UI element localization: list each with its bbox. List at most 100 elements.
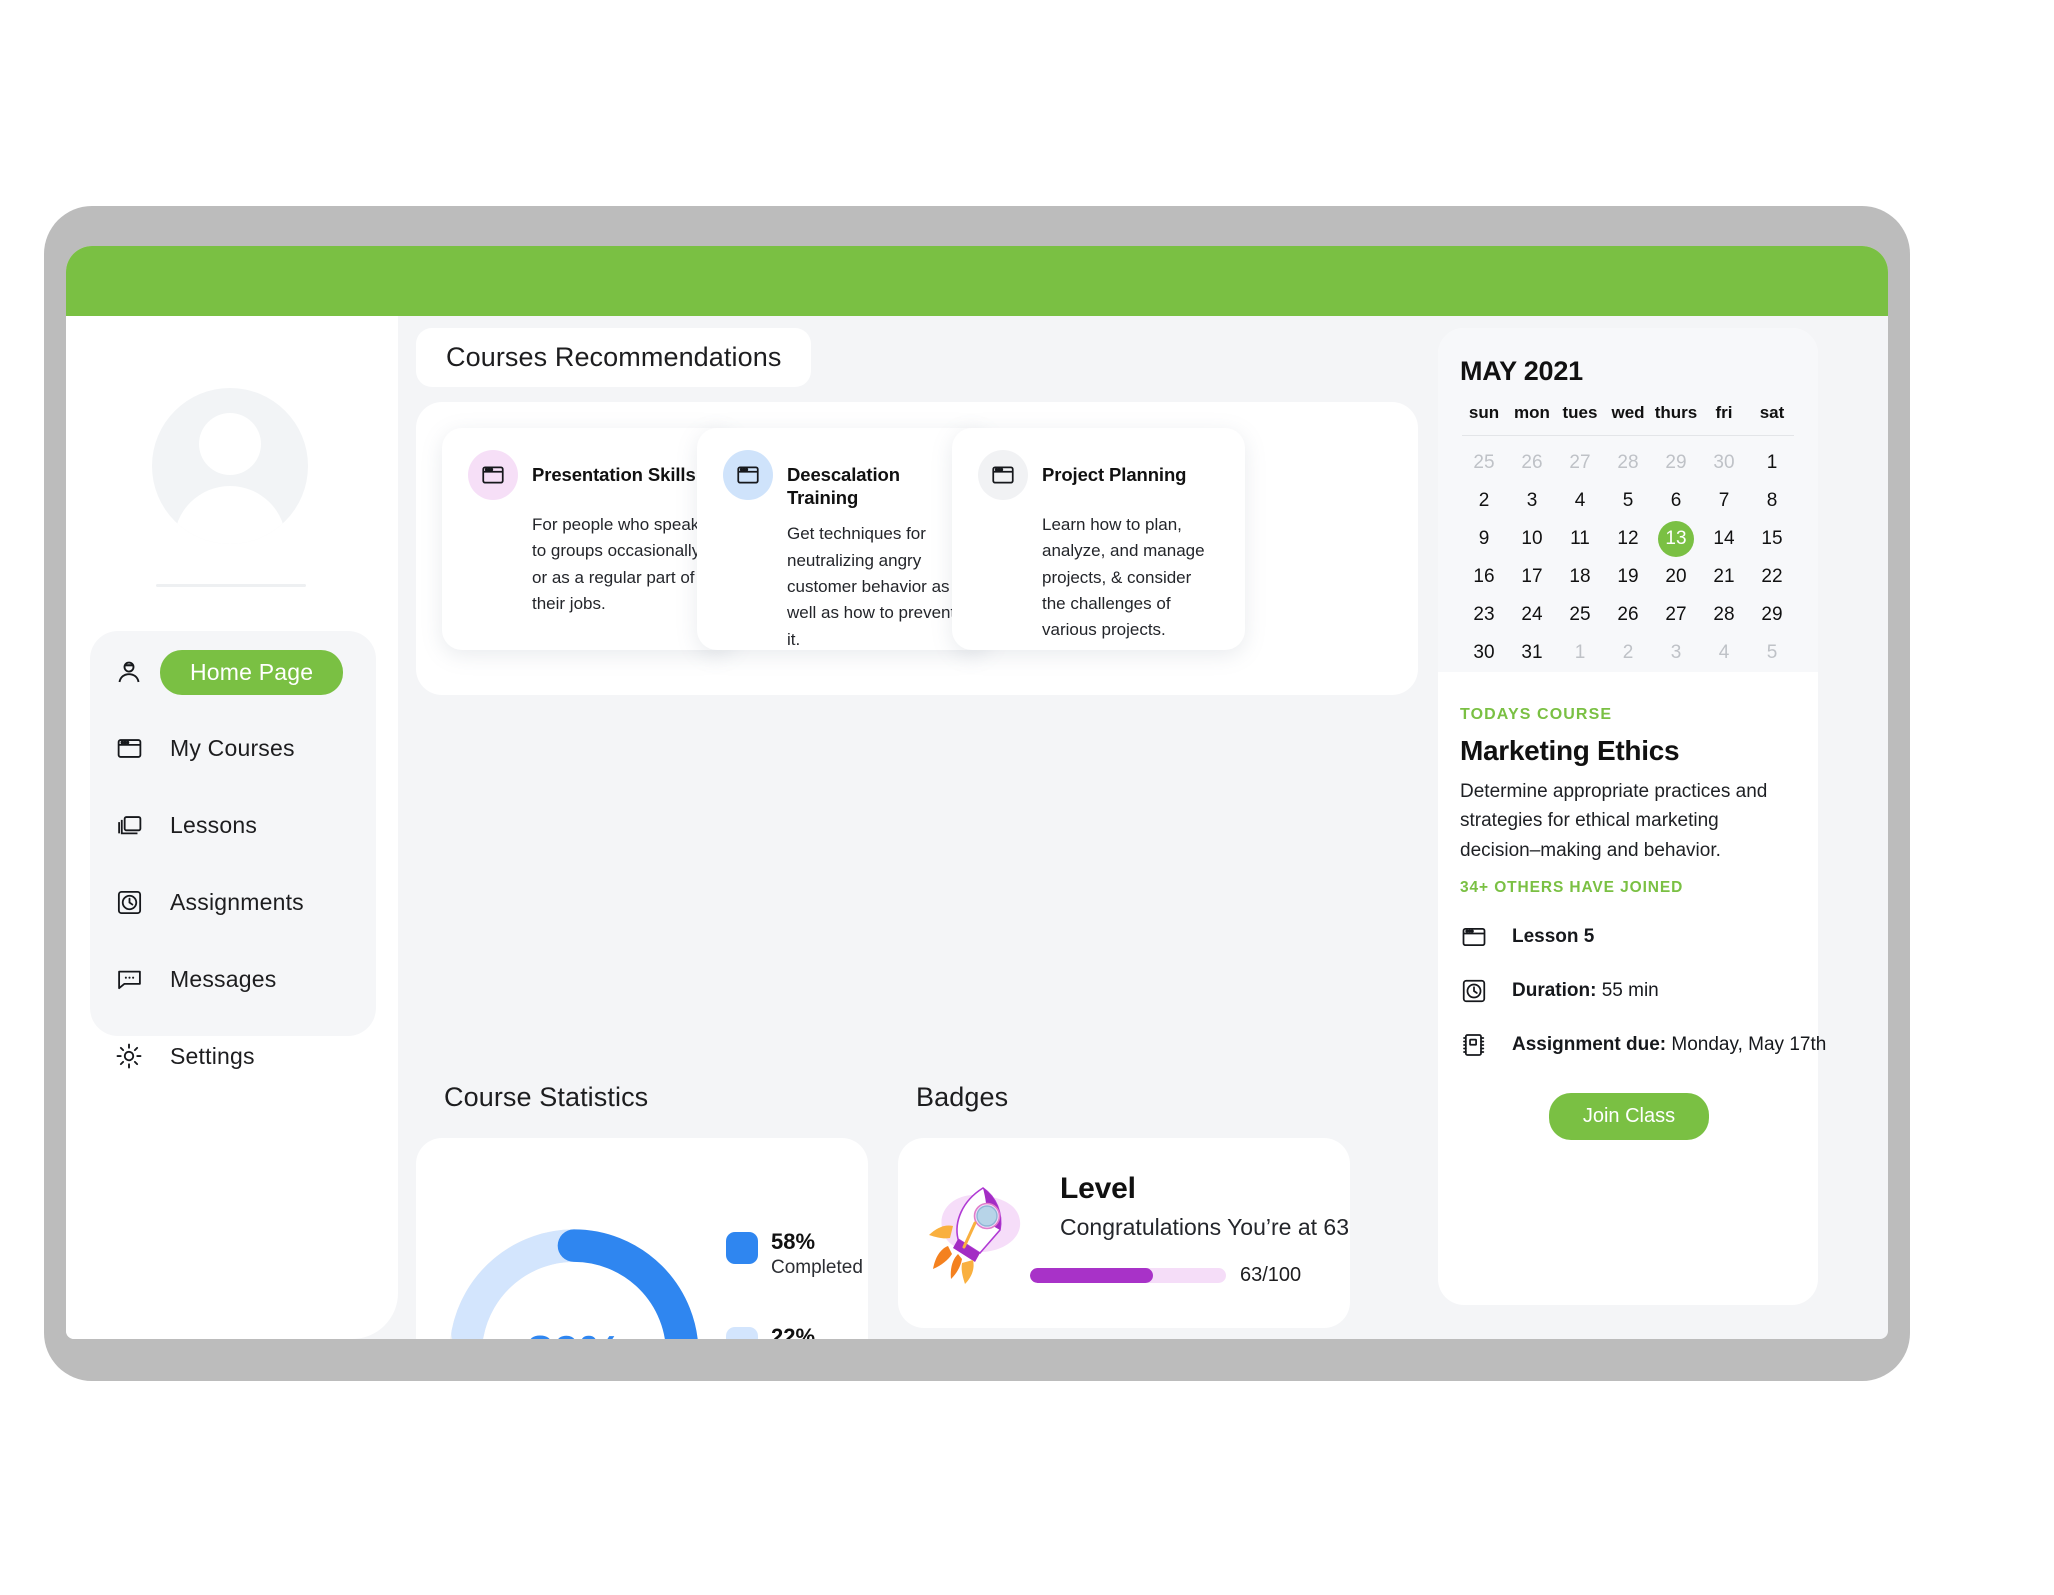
calendar-day[interactable]: 25 [1460, 444, 1508, 482]
calendar-day-today[interactable]: 13 [1652, 520, 1700, 558]
right-panel: MAY 2021 sun mon tues wed thurs fri sat … [1438, 328, 1826, 1305]
course-card-desc: For people who speak to groups occasiona… [532, 515, 701, 614]
calendar-day[interactable]: 22 [1748, 558, 1796, 596]
calendar-day[interactable]: 2 [1460, 482, 1508, 520]
course-statistics-card: 80% 58% Completed 22% In Pr [416, 1138, 868, 1339]
calendar-day[interactable]: 29 [1652, 444, 1700, 482]
todays-course-lesson-label: Lesson 5 [1512, 926, 1595, 948]
calendar-day[interactable]: 26 [1508, 444, 1556, 482]
calendar-day[interactable]: 27 [1556, 444, 1604, 482]
calendar-divider [1462, 435, 1794, 436]
calendar-day[interactable]: 1 [1748, 444, 1796, 482]
level-badge-card[interactable]: Level Congratulations You’re at 63 63/10… [898, 1138, 1350, 1328]
calendar-day[interactable]: 28 [1604, 444, 1652, 482]
sidebar-item-label: My Courses [170, 734, 295, 761]
calendar-day[interactable]: 3 [1652, 634, 1700, 672]
sidebar-item-label: Messages [170, 965, 277, 992]
calendar-day[interactable]: 18 [1556, 558, 1604, 596]
calendar-day[interactable]: 4 [1700, 634, 1748, 672]
calendar-day[interactable]: 16 [1460, 558, 1508, 596]
app-top-bar [66, 246, 1888, 316]
calendar-day[interactable]: 17 [1508, 558, 1556, 596]
calendar-day[interactable]: 6 [1652, 482, 1700, 520]
calendar-dow: tues [1562, 403, 1598, 422]
calendar-dow: mon [1514, 403, 1550, 422]
calendar-dow-row: sun mon tues wed thurs fri sat [1460, 397, 1796, 435]
calendar-day[interactable]: 3 [1508, 482, 1556, 520]
calendar-day[interactable]: 1 [1556, 634, 1604, 672]
avatar[interactable] [152, 388, 308, 544]
calendar-day[interactable]: 5 [1604, 482, 1652, 520]
calendar-day[interactable]: 7 [1700, 482, 1748, 520]
todays-course-lesson-row: Lesson 5 [1460, 923, 1798, 951]
clock-icon [106, 888, 152, 917]
sidebar-item-lessons[interactable]: Lessons [90, 796, 376, 854]
calendar-day[interactable]: 14 [1700, 520, 1748, 558]
calendar-day[interactable]: 12 [1604, 520, 1652, 558]
avatar-head [199, 413, 261, 475]
calendar-dow: sun [1468, 403, 1500, 422]
calendar-day[interactable]: 26 [1604, 596, 1652, 634]
todays-course-duration-label: Duration: 55 min [1512, 980, 1659, 1002]
todays-course-joined: 34+ OTHERS HAVE JOINED [1460, 879, 1684, 897]
badges-title: Badges [916, 1082, 1009, 1112]
calendar[interactable]: MAY 2021 sun mon tues wed thurs fri sat … [1438, 328, 1818, 672]
browser-window-icon [106, 734, 152, 763]
sidebar: Home Page My Courses Lessons Assignments… [66, 316, 398, 1339]
sidebar-item-messages[interactable]: Messages [90, 950, 376, 1008]
todays-course-assignment-label: Assignment due: Monday, May 17th [1512, 1034, 1827, 1056]
sidebar-item-label: Settings [170, 1042, 255, 1069]
legend-swatch [726, 1327, 758, 1339]
calendar-dow: thurs [1654, 403, 1698, 422]
join-class-button[interactable]: Join Class [1548, 1093, 1710, 1141]
calendar-day[interactable]: 27 [1652, 596, 1700, 634]
calendar-day[interactable]: 8 [1748, 482, 1796, 520]
calendar-day[interactable]: 4 [1556, 482, 1604, 520]
calendar-day[interactable]: 25 [1556, 596, 1604, 634]
level-badge-subtitle: Congratulations You’re at 63 [1060, 1214, 1349, 1240]
sidebar-item-assignments[interactable]: Assignments [90, 873, 376, 931]
course-card[interactable]: Deescalation Training Get techniques for… [697, 428, 990, 650]
calendar-day[interactable]: 31 [1508, 634, 1556, 672]
browser-window-icon [468, 450, 518, 500]
level-progress-row: 63/100 [1030, 1264, 1326, 1287]
donut-center-value: 80% [444, 1224, 704, 1339]
calendar-day[interactable]: 2 [1604, 634, 1652, 672]
course-card[interactable]: Presentation Skills For people who speak… [442, 428, 735, 650]
calendar-day[interactable]: 11 [1556, 520, 1604, 558]
calendar-day[interactable]: 29 [1748, 596, 1796, 634]
gear-icon [106, 1041, 152, 1071]
calendar-day[interactable]: 5 [1748, 634, 1796, 672]
todays-course-desc: Determine appropriate practices and stra… [1460, 781, 1768, 861]
browser-window-icon [978, 450, 1028, 500]
browser-window-icon [1460, 923, 1494, 951]
todays-course-assignment-row: Assignment due: Monday, May 17th [1460, 1031, 1826, 1059]
calendar-day[interactable]: 30 [1460, 634, 1508, 672]
calendar-day[interactable]: 24 [1508, 596, 1556, 634]
sidebar-nav-panel: Home Page My Courses Lessons Assignments… [90, 631, 376, 1069]
calendar-day[interactable]: 28 [1700, 596, 1748, 634]
donut-chart: 80% [444, 1224, 704, 1339]
calendar-day[interactable]: 15 [1748, 520, 1796, 558]
sidebar-item-my-courses[interactable]: My Courses [90, 719, 376, 777]
calendar-dow: fri [1715, 403, 1733, 422]
calendar-day[interactable]: 9 [1460, 520, 1508, 558]
level-progress-fill [1030, 1268, 1154, 1283]
calendar-day[interactable]: 20 [1652, 558, 1700, 596]
calendar-day[interactable]: 30 [1700, 444, 1748, 482]
sidebar-item-settings[interactable]: Settings [90, 1027, 376, 1085]
todays-course-panel: TODAYS COURSE Marketing Ethics Determine… [1460, 706, 1826, 1141]
course-card-title: Project Planning [1042, 464, 1187, 485]
legend-swatch [726, 1232, 758, 1264]
sidebar-item-home-page[interactable]: Home Page [90, 643, 376, 701]
statistics-title: Course Statistics [444, 1082, 649, 1112]
calendar-day[interactable]: 23 [1460, 596, 1508, 634]
calendar-day[interactable]: 10 [1508, 520, 1556, 558]
calendar-day[interactable]: 21 [1700, 558, 1748, 596]
level-progress-value: 63/100 [1240, 1264, 1302, 1286]
avatar-body [174, 486, 286, 544]
calendar-day[interactable]: 19 [1604, 558, 1652, 596]
statistics-legend: 58% Completed 22% In Progress [726, 1229, 868, 1339]
course-card[interactable]: Project Planning Learn how to plan, anal… [952, 428, 1245, 650]
calendar-days-grid: 25 26 27 28 29 30 1 2 3 4 5 6 7 8 9 10 1… [1460, 444, 1796, 672]
